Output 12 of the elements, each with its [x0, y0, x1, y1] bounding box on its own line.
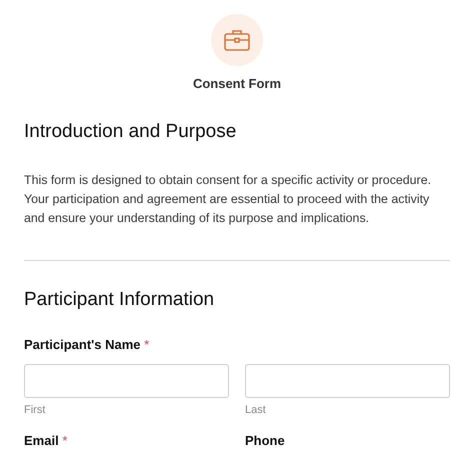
input-field[interactable]: [24, 364, 229, 398]
field-sublabel: First: [24, 404, 46, 416]
section-heading: Participant Information: [24, 289, 216, 311]
briefcase-icon: [224, 29, 250, 51]
intro-paragraph: This form is designed to obtain consent for a specific activity or procedure. Your participation and agreement are essential to proceed with the activity and ensure your understanding of its purpose and implications.: [24, 172, 432, 227]
field-label: Email *: [24, 433, 68, 448]
field-label: Phone: [245, 433, 285, 448]
field-sublabel: Last: [245, 404, 267, 416]
section-heading: Introduction and Purpose: [24, 121, 238, 143]
input-field[interactable]: [245, 364, 450, 398]
form-title: Consent Form: [192, 76, 282, 91]
field-label: Participant's Name *: [24, 337, 150, 352]
